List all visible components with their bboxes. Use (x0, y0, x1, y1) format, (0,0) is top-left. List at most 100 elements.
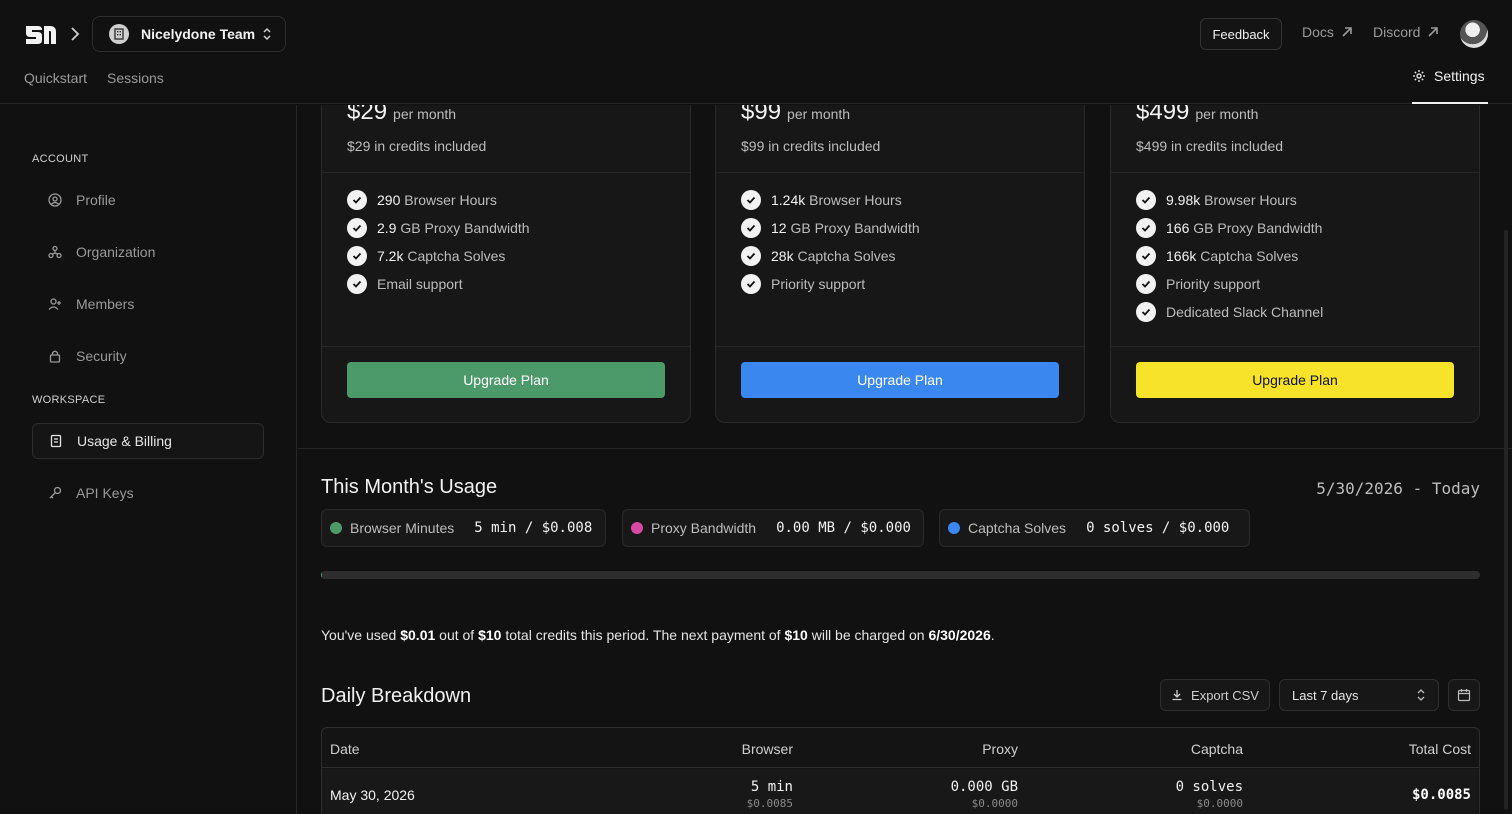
sidebar-item-label: Members (76, 296, 135, 312)
receipt-icon (50, 434, 62, 448)
section-divider (298, 448, 1512, 449)
chip-value: 0.00 MB / $0.000 (776, 520, 911, 536)
check-icon (347, 246, 367, 266)
sidebar-item-organization[interactable]: Organization (32, 234, 264, 270)
feature-label: GB Proxy Bandwidth (1193, 220, 1323, 236)
status-dot (631, 522, 643, 534)
docs-label: Docs (1302, 24, 1334, 40)
upgrade-plan-button[interactable]: Upgrade Plan (1136, 362, 1454, 398)
feedback-button[interactable]: Feedback (1200, 18, 1282, 50)
divider (322, 172, 690, 173)
plan-feature: 9.98k Browser Hours (1136, 190, 1297, 210)
feature-value: 28k (771, 248, 794, 264)
credit-text: You've used (321, 627, 401, 643)
export-label: Export CSV (1191, 687, 1259, 703)
calendar-button[interactable] (1448, 679, 1480, 711)
building-icon (114, 28, 124, 40)
proxy-value: 0.000 GB (950, 779, 1018, 795)
credit-text: . (990, 627, 995, 643)
price-amount: $499 (1136, 105, 1190, 125)
feature-label: Browser Hours (809, 192, 902, 208)
check-icon (741, 190, 761, 210)
check-icon (1136, 302, 1156, 322)
sidebar-item-usage-billing[interactable]: Usage & Billing (32, 423, 264, 459)
divider (1111, 346, 1479, 347)
sidebar-item-label: Usage & Billing (77, 433, 172, 449)
daily-breakdown-table: Date Browser Proxy Captcha Total Cost Ma… (321, 727, 1480, 814)
plan-credits: $499 in credits included (1136, 138, 1284, 154)
check-icon (741, 218, 761, 238)
feature-label: Priority support (771, 276, 866, 292)
tab-settings[interactable]: Settings (1412, 68, 1485, 84)
sidebar-item-security[interactable]: Security (32, 338, 264, 374)
plan-feature: 166k Captcha Solves (1136, 246, 1298, 266)
credit-text: will be charged on (807, 627, 929, 643)
feature-label: Captcha Solves (797, 248, 896, 264)
workspace-heading: WORKSPACE (32, 394, 106, 406)
tab-sessions[interactable]: Sessions (107, 70, 164, 86)
feature-label: Browser Hours (404, 192, 497, 208)
key-icon (49, 486, 62, 499)
feature-value: 166k (1166, 248, 1197, 264)
check-icon (741, 274, 761, 294)
next-payment: $10 (784, 627, 808, 643)
upgrade-plan-button[interactable]: Upgrade Plan (741, 362, 1059, 398)
plan-feature: Dedicated Slack Channel (1136, 302, 1323, 322)
check-icon (741, 246, 761, 266)
column-header-captcha: Captcha (1190, 741, 1243, 757)
active-tab-indicator (1412, 102, 1488, 104)
date-range-select[interactable]: Last 7 days (1279, 679, 1439, 711)
check-icon (1136, 190, 1156, 210)
price-amount: $29 (347, 105, 388, 125)
sidebar-item-members[interactable]: Members (32, 286, 264, 322)
proxy-cost: $0.0000 (971, 797, 1018, 810)
team-selector[interactable]: Nicelydone Team (92, 16, 286, 52)
upgrade-plan-button[interactable]: Upgrade Plan (347, 362, 665, 398)
calendar-icon (1457, 689, 1471, 702)
arrow-up-right-icon (1428, 27, 1439, 37)
settings-sidebar: ACCOUNT Profile Organization Members Sec… (0, 105, 297, 814)
discord-link[interactable]: Discord (1373, 24, 1440, 40)
page-scrollbar[interactable] (1504, 230, 1508, 810)
user-avatar[interactable] (1460, 20, 1488, 48)
feature-label: Captcha Solves (407, 248, 506, 264)
column-header-browser: Browser (741, 741, 793, 757)
usage-chip-proxy: Proxy Bandwidth 0.00 MB / $0.000 (622, 509, 924, 547)
usage-date-range: 5/30/2026 - Today (1316, 479, 1480, 498)
sidebar-item-profile[interactable]: Profile (32, 182, 264, 218)
plan-card: $29 per month $29 in credits included 29… (321, 105, 691, 423)
feature-label: GB Proxy Bandwidth (790, 220, 920, 236)
divider (1111, 172, 1479, 173)
sidebar-item-api-keys[interactable]: API Keys (32, 475, 264, 511)
column-header-proxy: Proxy (982, 741, 1018, 757)
app-logo[interactable] (24, 22, 58, 46)
feature-label: Priority support (1166, 276, 1261, 292)
tab-quickstart[interactable]: Quickstart (24, 70, 87, 86)
feature-label: GB Proxy Bandwidth (400, 220, 530, 236)
export-csv-button[interactable]: Export CSV (1160, 679, 1270, 711)
divider (716, 172, 1084, 173)
docs-link[interactable]: Docs (1302, 24, 1354, 40)
feature-value: 7.2k (377, 248, 404, 264)
feature-label: Email support (377, 276, 463, 292)
table-header: Date Browser Proxy Captcha Total Cost (322, 728, 1479, 768)
account-heading: ACCOUNT (32, 153, 89, 165)
divider (716, 346, 1084, 347)
chip-value: 5 min / $0.008 (474, 520, 593, 536)
sidebar-item-label: API Keys (76, 485, 134, 501)
table-row: May 30, 2026 5 min $0.0085 0.000 GB $0.0… (322, 769, 1479, 814)
chip-label: Proxy Bandwidth (651, 520, 757, 536)
feature-value: 2.9 (377, 220, 397, 236)
range-value: Last 7 days (1292, 687, 1359, 703)
chip-label: Browser Minutes (350, 520, 455, 536)
usage-chip-browser: Browser Minutes 5 min / $0.008 (321, 509, 606, 547)
browser-value: 5 min (750, 779, 793, 795)
price-period: per month (1195, 106, 1259, 122)
check-icon (347, 190, 367, 210)
chevron-right-icon (71, 27, 80, 41)
settings-label: Settings (1434, 68, 1485, 84)
price-period: per month (393, 106, 457, 122)
gear-icon (1413, 70, 1425, 82)
plan-feature: Priority support (741, 274, 865, 294)
row-date: May 30, 2026 (330, 787, 415, 803)
